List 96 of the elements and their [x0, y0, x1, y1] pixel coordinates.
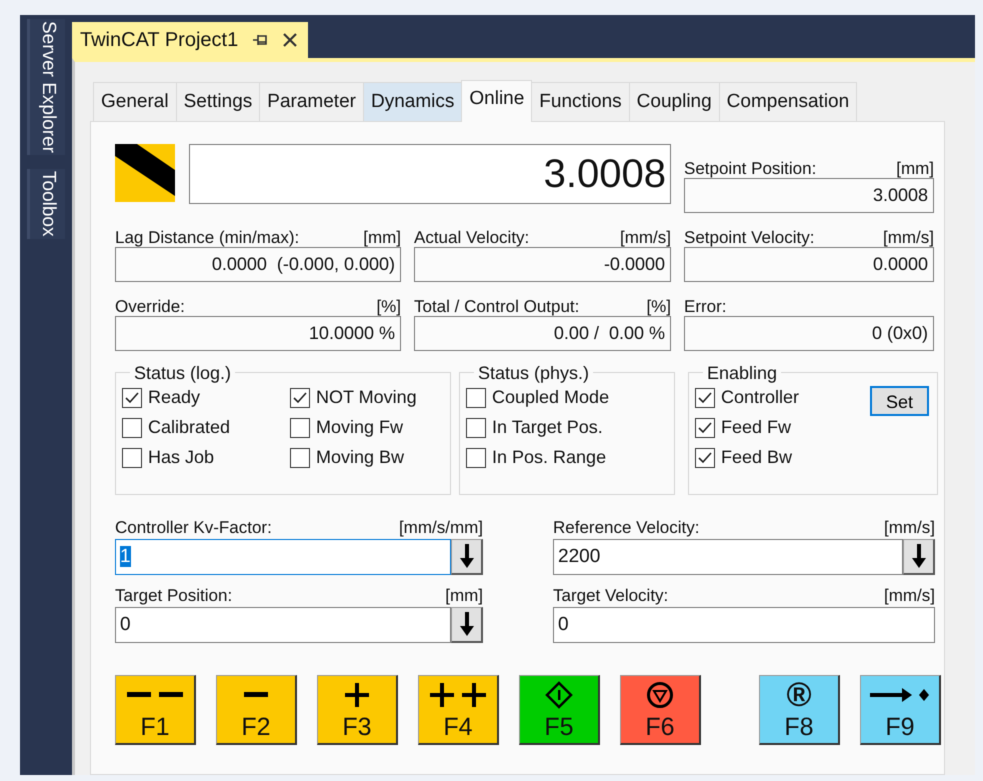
checkbox[interactable]	[695, 418, 715, 438]
input-field[interactable]: 0	[115, 606, 451, 642]
checkbox[interactable]	[290, 388, 310, 408]
field-label: Setpoint Position:	[684, 158, 818, 180]
checkbox-label: In Target Pos.	[492, 416, 603, 439]
field-label: Reference Velocity:	[553, 516, 700, 538]
field-label: Actual Velocity:	[414, 226, 530, 248]
checkbox-label: In Pos. Range	[492, 446, 606, 469]
checkbox-label: Moving Fw	[316, 416, 404, 439]
checkbox[interactable]	[466, 388, 486, 408]
unit-label: [mm/s]	[884, 584, 935, 606]
checkbox-label: Feed Bw	[721, 446, 792, 469]
set-button[interactable]: Set	[870, 386, 929, 416]
sidebar-tab[interactable]: Server Explorer	[27, 19, 65, 155]
checkbox[interactable]	[466, 418, 486, 438]
function-key[interactable]: ® F8	[759, 674, 840, 744]
document-tab[interactable]: TwinCAT Project1	[72, 22, 308, 58]
document-title: TwinCAT Project1	[80, 28, 238, 53]
position-display: 3.0008	[189, 144, 671, 204]
group-title: Enabling	[706, 362, 778, 382]
down-arrow-icon	[458, 543, 474, 569]
checkmark-icon	[697, 450, 713, 466]
group-title: Status (log.)	[133, 362, 232, 382]
apply-button[interactable]	[903, 538, 935, 574]
unit-label: [mm/s]	[620, 226, 671, 248]
readout-field: 10.0000 %	[115, 316, 401, 350]
checkbox[interactable]	[290, 418, 310, 438]
warning-stripe-icon	[115, 144, 175, 202]
input-field[interactable]: 2200	[553, 538, 903, 574]
plus-icon	[345, 682, 369, 706]
checkmark-icon	[292, 390, 308, 406]
readout-field: 0 (0x0)	[684, 316, 934, 350]
double-dash-icon	[125, 690, 185, 700]
unit-label: [mm]	[363, 226, 401, 248]
checkbox-label: Moving Bw	[316, 446, 404, 469]
checkbox[interactable]	[695, 448, 715, 468]
unit-label: [%]	[376, 296, 401, 318]
checkbox[interactable]	[695, 388, 715, 408]
tab[interactable]: Online	[461, 80, 532, 122]
unit-label: [mm/s/mm]	[398, 516, 483, 538]
unit-label: [mm/s]	[883, 226, 934, 248]
checkbox-label: Has Job	[148, 446, 214, 469]
tab[interactable]: Compensation	[718, 82, 858, 120]
checkmark-icon	[697, 390, 713, 406]
unit-label: [mm]	[896, 158, 934, 180]
down-arrow-icon	[910, 543, 926, 569]
function-key[interactable]: F4	[418, 674, 499, 744]
readout-field: 0.00 / 0.00 %	[414, 316, 671, 350]
group-title: Status (phys.)	[477, 362, 590, 382]
function-key[interactable]: F9	[860, 674, 941, 744]
field-label: Lag Distance (min/max):	[115, 226, 300, 248]
checkbox-label: Controller	[721, 386, 800, 409]
field-label: Target Position:	[115, 584, 234, 606]
field-label: Override:	[115, 296, 186, 318]
close-icon[interactable]	[282, 32, 298, 48]
pin-icon[interactable]	[252, 33, 268, 47]
minus-icon	[243, 690, 269, 700]
checkbox-label: Calibrated	[148, 416, 230, 439]
checkmark-icon	[697, 420, 713, 436]
checkbox-label: Coupled Mode	[492, 386, 610, 409]
field-label: Error:	[684, 296, 728, 318]
apply-button[interactable]	[451, 606, 483, 642]
field-label: Setpoint Velocity:	[684, 226, 816, 248]
input-field[interactable]: 1	[115, 538, 451, 574]
function-key[interactable]: F5	[519, 674, 600, 744]
unit-label: [%]	[646, 296, 671, 318]
apply-button[interactable]	[451, 538, 483, 574]
checkbox[interactable]	[122, 418, 142, 438]
function-key[interactable]: F3	[317, 674, 398, 744]
field-label: Total / Control Output:	[414, 296, 580, 318]
unit-label: [mm]	[445, 584, 483, 606]
tab[interactable]: Dynamics	[362, 82, 462, 120]
readout-field: 3.0008	[684, 178, 934, 212]
unit-label: [mm/s]	[884, 516, 935, 538]
double-plus-icon	[430, 682, 486, 706]
checkmark-icon	[124, 390, 140, 406]
diamond-icon	[545, 680, 573, 708]
readout-field: -0.0000	[414, 246, 671, 282]
input-field[interactable]: 0	[553, 606, 935, 642]
sidebar-tab[interactable]: Toolbox	[27, 169, 65, 238]
checkbox-label: Feed Fw	[721, 416, 792, 439]
readout-field: 0.0000	[684, 246, 934, 282]
function-key[interactable]: F2	[216, 674, 297, 744]
field-label: Target Velocity:	[553, 584, 670, 606]
checkbox[interactable]	[466, 448, 486, 468]
checkbox[interactable]	[122, 388, 142, 408]
checkbox[interactable]	[122, 448, 142, 468]
function-key[interactable]: F1	[115, 674, 196, 744]
field-label: Controller Kv-Factor:	[115, 516, 273, 538]
readout-field: 0.0000 (-0.000, 0.000)	[115, 246, 401, 282]
down-arrow-icon	[458, 611, 474, 637]
checkbox[interactable]	[290, 448, 310, 468]
tab[interactable]: General	[93, 82, 177, 120]
checkbox-label: NOT Moving	[316, 386, 417, 409]
function-key[interactable]: F6	[620, 674, 701, 744]
checkbox-label: Ready	[148, 386, 200, 409]
